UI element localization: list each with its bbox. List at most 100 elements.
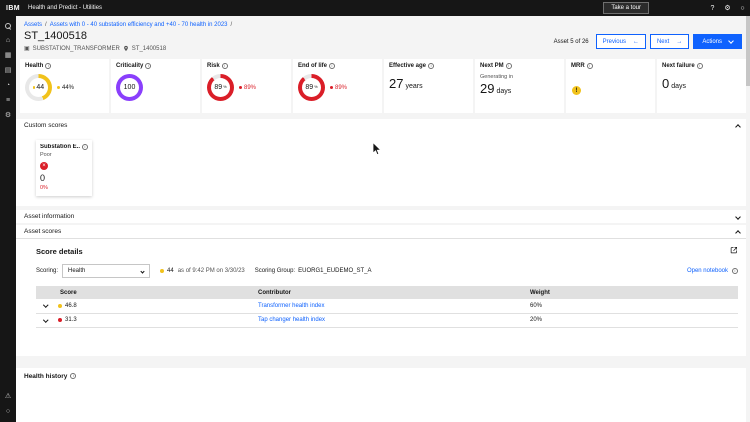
settings-gear-icon[interactable]: ⚙ [3,112,13,120]
score-details-title: Score details [36,247,83,256]
info-icon[interactable]: i [45,63,52,69]
location-pin-icon [123,45,128,52]
row-expand-chevron-icon[interactable] [43,316,49,322]
sidebar-bottom-group: ⚠ ○ [3,393,13,416]
score-severity-dot [58,303,62,308]
previous-asset-button[interactable]: Previous ← [595,34,646,49]
scoring-controls-row: Scoring: Health 44 as of 9:42 PM on 3/30… [36,264,738,278]
end-of-life-gauge: 89% [298,74,325,101]
risk-card-title: Risk [207,63,220,69]
info-icon[interactable]: i [82,144,88,150]
next-failure-value: 0 days [662,76,687,91]
mrr-card: MRR i ! [566,59,655,113]
next-pm-sublabel: Generating in [480,74,514,80]
end-of-life-card-title: End of life [298,63,327,69]
current-score-value: 44 [167,268,174,274]
arrow-left-icon: ← [632,38,639,45]
breadcrumb-link-filter[interactable]: Assets with 0 - 40 substation efficiency… [50,22,228,28]
health-gauge: 44 [25,74,52,101]
contributors-table: Score Contributor Weight 46.8 Transforme… [36,286,738,328]
next-pm-card: Next PM i Generating in 29 days [475,59,564,113]
scoring-group-value: EUORG1_EUDEMO_ST_A [298,268,372,274]
user-avatar-icon[interactable]: ○ [735,0,750,16]
contributor-link[interactable]: Tap changer health index [258,317,325,323]
scrollbar-thumb[interactable] [746,16,750,86]
custom-scores-accordion[interactable]: Custom scores [16,119,750,132]
info-icon[interactable]: i [586,63,593,69]
custom-score-status: Poor [40,152,52,158]
score-details-panel: Score details Scoring: Health 44 as of 9… [16,238,750,356]
arrow-right-icon: → [676,38,683,45]
mrr-card-title: MRR [571,63,585,69]
take-a-tour-button[interactable]: Take a tour [603,2,649,14]
breadcrumb-separator: / [230,22,233,28]
monitor-icon[interactable]: ▤ [3,67,13,75]
health-trend: 44% [57,85,74,91]
asset-header-actions: Asset 5 of 26 Previous ← Next → Actions [554,34,742,49]
criticality-card-title: Criticality [116,63,144,69]
health-history-section[interactable]: Health history i [16,367,750,422]
actions-button[interactable]: Actions [693,34,742,49]
chevron-down-icon [140,268,145,274]
info-icon[interactable]: i [428,63,435,69]
info-icon[interactable]: i [329,63,335,69]
custom-scores-content: Substation E... i Poor × 0 0% [16,132,750,206]
asset-type-icon: ▣ [24,46,30,52]
score-severity-dot [58,318,62,322]
scoring-dropdown[interactable]: Health [62,264,151,278]
custom-score-value: 0 [40,173,46,183]
score-value: 31.3 [65,317,77,323]
criticality-gauge: 100 [116,74,143,101]
main-content: Assets / Assets with 0 - 40 substation e… [16,16,750,422]
contributor-link[interactable]: Transformer health index [258,303,324,309]
table-row: 31.3 Tap changer health index 20% [36,313,738,328]
custom-scores-label: Custom scores [24,122,68,129]
vertical-scrollbar[interactable] [746,16,750,422]
warning-icon: ! [572,86,581,95]
info-icon[interactable]: i [732,268,738,274]
search-icon[interactable] [3,22,13,30]
next-pm-value: 29 days [480,81,512,96]
row-expand-chevron-icon[interactable] [43,302,49,308]
info-icon[interactable]: i [145,63,152,69]
next-failure-card-title: Next failure [662,63,695,69]
asset-scores-label: Asset scores [24,228,62,235]
assets-icon[interactable]: ▦ [3,52,13,60]
top-bar: IBM Health and Predict - Utilities Take … [0,0,750,16]
info-icon[interactable]: i [70,373,77,379]
breadcrumb-separator: / [45,22,47,28]
info-icon[interactable]: i [696,63,703,69]
weight-value: 60% [530,299,738,314]
asset-scores-accordion[interactable]: Asset scores [16,225,750,238]
work-queue-icon[interactable]: ≡ [3,97,13,105]
criticality-card: Criticality i 100 [111,59,200,113]
health-card-title: Health [25,63,44,69]
risk-card: Risk i 89% 89% [202,59,291,113]
next-pm-card-title: Next PM [480,63,504,69]
asset-information-accordion[interactable]: Asset information [16,210,750,223]
contributor-column-header: Contributor [258,286,530,299]
weight-column-header: Weight [530,286,738,299]
health-history-label: Health history [24,372,68,380]
health-severity-dot [32,86,36,89]
profile-icon[interactable]: ○ [3,408,13,416]
left-nav-sidebar: ⌂ ▦ ▤ ◔ ≡ ⚙ ⚠ ○ [0,16,16,422]
end-of-life-card: End of life i 89% 89% [293,59,382,113]
settings-icon[interactable]: ⚙ [720,0,735,16]
home-icon[interactable]: ⌂ [3,37,13,45]
score-column-header: Score [58,286,258,299]
effective-age-card: Effective age i 27 years [384,59,473,113]
info-icon[interactable]: i [505,63,512,69]
alerts-icon[interactable]: ⚠ [3,393,13,401]
risk-gauge: 89% [207,74,234,101]
health-card: Health i 44 44% [20,59,109,113]
open-notebook-link[interactable]: Open notebook [687,268,728,274]
expand-icon[interactable] [730,246,738,254]
score-timestamp: as of 9:42 PM on 3/30/23 [177,268,245,274]
next-asset-button[interactable]: Next → [649,34,690,49]
info-icon[interactable]: i [221,63,228,69]
substation-efficiency-card[interactable]: Substation E... i Poor × 0 0% [36,140,92,196]
breadcrumb-link-assets[interactable]: Assets [24,22,42,28]
help-icon[interactable]: ? [705,0,720,16]
history-icon[interactable]: ◔ [3,82,13,90]
